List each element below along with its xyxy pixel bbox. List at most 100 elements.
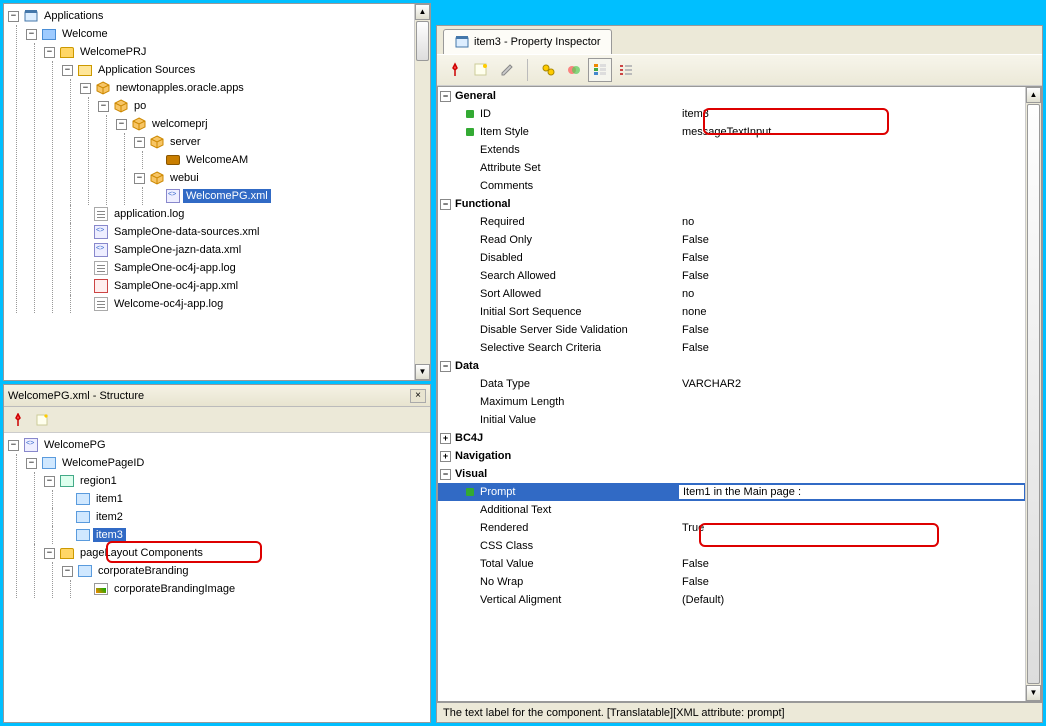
property-row[interactable]: IDitem3 (438, 105, 1025, 123)
tree-item[interactable]: −WelcomePRJ (44, 43, 428, 61)
expand-toggle[interactable]: − (26, 29, 37, 40)
property-row[interactable]: Comments (438, 177, 1025, 195)
tree-item[interactable]: SampleOne-data-sources.xml (80, 223, 428, 241)
property-value[interactable]: no (678, 288, 1025, 300)
tree-root[interactable]: −Applications (8, 7, 428, 25)
new-icon[interactable] (32, 410, 52, 430)
property-value[interactable]: False (678, 270, 1025, 282)
expand-toggle[interactable]: − (44, 548, 55, 559)
tree-item[interactable]: WelcomePG.xml (152, 187, 428, 205)
scrollbar-vertical[interactable]: ▲ ▼ (1025, 87, 1041, 701)
property-row[interactable]: Disable Server Side ValidationFalse (438, 321, 1025, 339)
tree-item[interactable]: SampleOne-jazn-data.xml (80, 241, 428, 259)
property-value[interactable]: none (678, 306, 1025, 318)
expand-toggle[interactable]: − (26, 458, 37, 469)
expand-toggle[interactable]: − (80, 83, 91, 94)
tree-item[interactable]: −Application Sources (62, 61, 428, 79)
tree-item[interactable]: −corporateBranding (62, 562, 428, 580)
expand-toggle[interactable]: − (44, 47, 55, 58)
property-row[interactable]: No WrapFalse (438, 573, 1025, 591)
tree-item[interactable]: item3 (62, 526, 428, 544)
property-category[interactable]: −Functional (438, 195, 1025, 213)
scroll-thumb[interactable] (1027, 104, 1040, 684)
property-row[interactable]: Initial Value (438, 411, 1025, 429)
property-row[interactable]: PromptItem1 in the Main page : (438, 483, 1025, 501)
property-value[interactable]: (Default) (678, 594, 1025, 606)
tree-item[interactable]: SampleOne-oc4j-app.xml (80, 277, 428, 295)
property-row[interactable]: Selective Search CriteriaFalse (438, 339, 1025, 357)
property-row[interactable]: Initial Sort Sequencenone (438, 303, 1025, 321)
pin-icon[interactable] (8, 410, 28, 430)
find-icon[interactable] (536, 58, 560, 82)
property-row[interactable]: Sort Allowedno (438, 285, 1025, 303)
property-value[interactable]: item3 (678, 108, 1025, 120)
property-row[interactable]: Extends (438, 141, 1025, 159)
property-value[interactable]: False (678, 576, 1025, 588)
property-category[interactable]: +BC4J (438, 429, 1025, 447)
property-row[interactable]: Additional Text (438, 501, 1025, 519)
tree-item[interactable]: −region1 (44, 472, 428, 490)
property-value[interactable]: False (678, 342, 1025, 354)
property-value[interactable]: messageTextInput (678, 126, 1025, 138)
expand-toggle[interactable]: − (440, 361, 451, 372)
tree-item[interactable]: −newtonapples.oracle.apps (80, 79, 428, 97)
expand-toggle[interactable]: − (440, 469, 451, 480)
property-row[interactable]: Search AllowedFalse (438, 267, 1025, 285)
expand-toggle[interactable]: − (98, 101, 109, 112)
property-value[interactable]: False (678, 558, 1025, 570)
property-value[interactable]: True (678, 522, 1025, 534)
tree-item[interactable]: corporateBrandingImage (80, 580, 428, 598)
property-row[interactable]: Read OnlyFalse (438, 231, 1025, 249)
tree-item[interactable]: −pageLayout Components (44, 544, 428, 562)
expand-toggle[interactable]: + (440, 433, 451, 444)
inspector-tab[interactable]: item3 - Property Inspector (443, 29, 612, 54)
list-icon[interactable] (614, 58, 638, 82)
expand-toggle[interactable]: − (116, 119, 127, 130)
expand-toggle[interactable]: − (134, 137, 145, 148)
property-row[interactable]: Attribute Set (438, 159, 1025, 177)
expand-toggle[interactable]: − (8, 440, 19, 451)
scroll-up-button[interactable]: ▲ (415, 4, 430, 20)
property-value[interactable]: False (678, 234, 1025, 246)
expand-toggle[interactable]: − (62, 566, 73, 577)
property-row[interactable]: CSS Class (438, 537, 1025, 555)
scrollbar-vertical[interactable]: ▲ ▼ (414, 4, 430, 380)
pencil-icon[interactable] (495, 58, 519, 82)
tree-item[interactable]: −WelcomePG (8, 436, 428, 454)
expand-toggle[interactable]: + (440, 451, 451, 462)
property-row[interactable]: Item StylemessageTextInput (438, 123, 1025, 141)
property-row[interactable]: Maximum Length (438, 393, 1025, 411)
property-category[interactable]: −Data (438, 357, 1025, 375)
tree-item[interactable]: −po (98, 97, 428, 115)
property-category[interactable]: +Navigation (438, 447, 1025, 465)
scroll-down-button[interactable]: ▼ (1026, 685, 1041, 701)
close-button[interactable]: × (410, 389, 426, 403)
tree-item[interactable]: item1 (62, 490, 428, 508)
union-icon[interactable] (562, 58, 586, 82)
pin-icon[interactable] (443, 58, 467, 82)
property-value[interactable]: VARCHAR2 (678, 378, 1025, 390)
expand-toggle[interactable]: − (134, 173, 145, 184)
property-row[interactable]: Requiredno (438, 213, 1025, 231)
scroll-thumb[interactable] (416, 21, 429, 61)
tree-item[interactable]: −webui (134, 169, 428, 187)
tree-item[interactable]: application.log (80, 205, 428, 223)
property-row[interactable]: Data TypeVARCHAR2 (438, 375, 1025, 393)
scroll-down-button[interactable]: ▼ (415, 364, 430, 380)
tree-item[interactable]: −Welcome (26, 25, 428, 43)
property-row[interactable]: RenderedTrue (438, 519, 1025, 537)
property-value[interactable]: no (678, 216, 1025, 228)
tree-item[interactable]: Welcome-oc4j-app.log (80, 295, 428, 313)
expand-toggle[interactable]: − (440, 91, 451, 102)
tree-item[interactable]: −welcomeprj (116, 115, 428, 133)
expand-toggle[interactable]: − (62, 65, 73, 76)
scroll-up-button[interactable]: ▲ (1026, 87, 1041, 103)
tree-item[interactable]: WelcomeAM (152, 151, 428, 169)
property-row[interactable]: DisabledFalse (438, 249, 1025, 267)
expand-toggle[interactable]: − (44, 476, 55, 487)
tree-item[interactable]: −WelcomePageID (26, 454, 428, 472)
categorize-icon[interactable] (588, 58, 612, 82)
tree-item[interactable]: −server (134, 133, 428, 151)
expand-toggle[interactable]: − (8, 11, 19, 22)
expand-toggle[interactable]: − (440, 199, 451, 210)
